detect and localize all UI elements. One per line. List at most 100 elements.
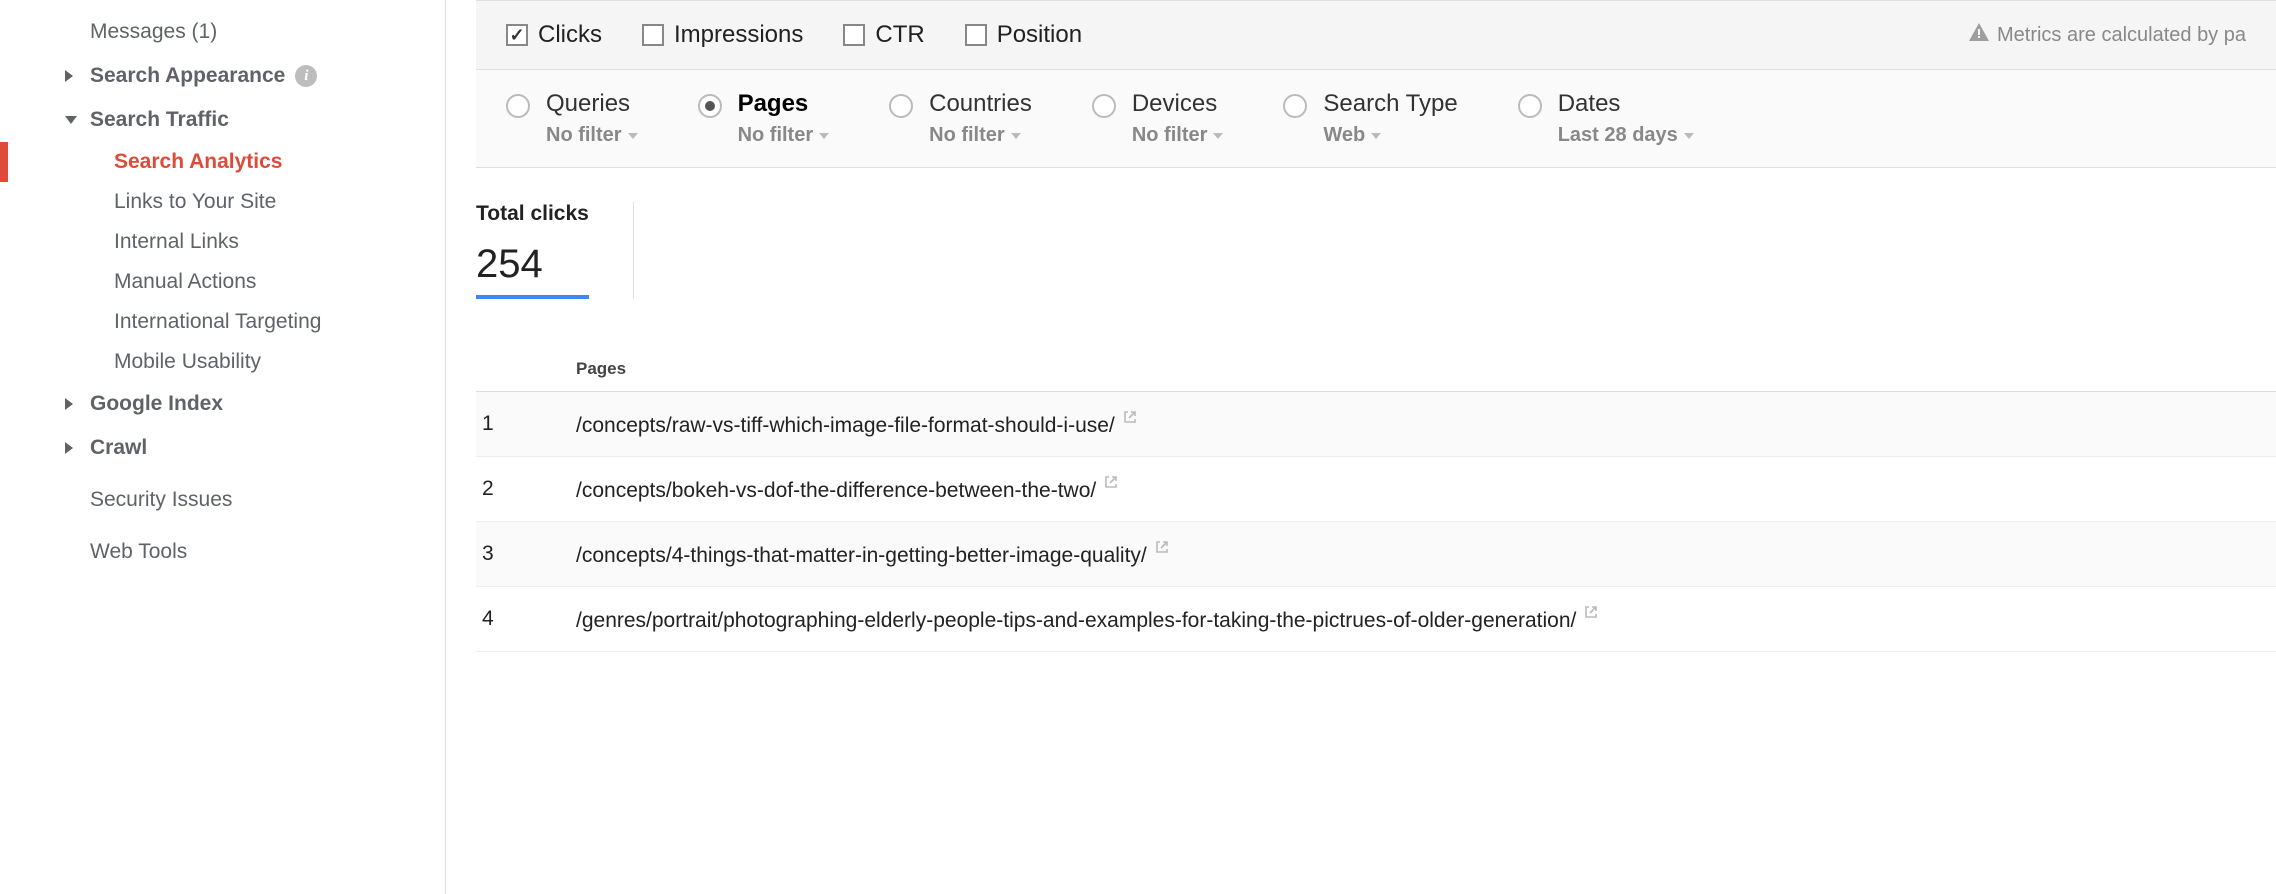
external-link-icon[interactable] [1584, 606, 1598, 623]
summary-total-clicks: Total clicks 254 [476, 202, 589, 299]
row-page: /genres/portrait/photographing-elderly-p… [576, 605, 2276, 633]
dimension-search-type[interactable]: Search Type Web [1283, 90, 1457, 147]
sidebar-label: Web Tools [90, 540, 187, 564]
sidebar-item-crawl[interactable]: Crawl [0, 426, 445, 470]
caret-right-icon [65, 398, 73, 410]
dimension-title: Pages [738, 90, 830, 118]
radio-selected-icon [698, 94, 722, 118]
dimension-title: Dates [1558, 90, 1694, 118]
chevron-down-icon [819, 133, 829, 139]
radio-icon [1283, 94, 1307, 118]
summary-value: 254 [476, 242, 589, 287]
radio-icon [1518, 94, 1542, 118]
dimension-filter-dropdown[interactable]: No filter [929, 124, 1032, 147]
dimension-filter-dropdown[interactable]: Web [1323, 124, 1457, 147]
radio-icon [506, 94, 530, 118]
sidebar-item-security-issues[interactable]: Security Issues [0, 478, 445, 522]
dimension-title: Search Type [1323, 90, 1457, 118]
row-number: 2 [476, 477, 576, 501]
dimension-dates[interactable]: Dates Last 28 days [1518, 90, 1694, 147]
sidebar-label: Links to Your Site [114, 190, 276, 213]
sidebar-label: Mobile Usability [114, 350, 261, 373]
caret-right-icon [65, 442, 73, 454]
radio-icon [889, 94, 913, 118]
metrics-left: Clicks Impressions CTR Position [506, 21, 1082, 49]
sidebar-label: Crawl [90, 436, 147, 460]
metric-checkbox-clicks[interactable]: Clicks [506, 21, 602, 49]
caret-down-icon [65, 116, 77, 124]
external-link-icon[interactable] [1104, 476, 1118, 493]
sidebar-label: Google Index [90, 392, 223, 416]
radio-icon [1092, 94, 1116, 118]
dimension-title: Countries [929, 90, 1032, 118]
sidebar-sub-search-analytics[interactable]: Search Analytics [0, 142, 445, 182]
sidebar-label: Search Appearance [90, 64, 285, 88]
row-page: /concepts/bokeh-vs-dof-the-difference-be… [576, 475, 2276, 503]
dimension-pages[interactable]: Pages No filter [698, 90, 830, 147]
dimension-devices[interactable]: Devices No filter [1092, 90, 1224, 147]
metric-checkbox-impressions[interactable]: Impressions [642, 21, 803, 49]
row-page: /concepts/4-things-that-matter-in-gettin… [576, 540, 2276, 568]
sidebar-sub-links-to-your-site[interactable]: Links to Your Site [0, 182, 445, 222]
dimensions-bar: Queries No filter Pages No filter [476, 70, 2276, 168]
sidebar-item-web-tools[interactable]: Web Tools [0, 530, 445, 574]
dimension-queries[interactable]: Queries No filter [506, 90, 638, 147]
pages-table: Pages 1/concepts/raw-vs-tiff-which-image… [476, 347, 2276, 652]
page-url[interactable]: /concepts/4-things-that-matter-in-gettin… [576, 544, 1147, 567]
checkbox-checked-icon [506, 24, 528, 46]
table-row[interactable]: 1/concepts/raw-vs-tiff-which-image-file-… [476, 392, 2276, 457]
sidebar-label: Internal Links [114, 230, 239, 253]
sidebar-sub-internal-links[interactable]: Internal Links [0, 222, 445, 262]
sidebar: Messages (1) Search Appearance i Search … [0, 0, 445, 894]
sidebar-label: Security Issues [90, 488, 232, 512]
summary: Total clicks 254 [476, 168, 2276, 299]
row-number: 1 [476, 412, 576, 436]
metrics-bar: Clicks Impressions CTR Position [476, 0, 2276, 70]
metric-checkbox-position[interactable]: Position [965, 21, 1082, 49]
metric-label: Clicks [538, 21, 602, 49]
sidebar-item-search-appearance[interactable]: Search Appearance i [0, 54, 445, 98]
metric-checkbox-ctr[interactable]: CTR [843, 21, 924, 49]
info-icon[interactable]: i [295, 65, 317, 87]
metric-label: Impressions [674, 21, 803, 49]
page-url[interactable]: /concepts/bokeh-vs-dof-the-difference-be… [576, 479, 1096, 502]
sidebar-sub-international-targeting[interactable]: International Targeting [0, 302, 445, 342]
row-number: 3 [476, 542, 576, 566]
chevron-down-icon [1371, 133, 1381, 139]
sidebar-sub-mobile-usability[interactable]: Mobile Usability [0, 342, 445, 382]
dimension-filter-dropdown[interactable]: No filter [546, 124, 638, 147]
chevron-down-icon [1684, 133, 1694, 139]
dimension-title: Devices [1132, 90, 1224, 118]
table-row[interactable]: 3/concepts/4-things-that-matter-in-getti… [476, 522, 2276, 587]
table-row[interactable]: 2/concepts/bokeh-vs-dof-the-difference-b… [476, 457, 2276, 522]
column-header-pages[interactable]: Pages [576, 359, 2276, 379]
dimension-countries[interactable]: Countries No filter [889, 90, 1032, 147]
chevron-down-icon [1011, 133, 1021, 139]
sidebar-sub-manual-actions[interactable]: Manual Actions [0, 262, 445, 302]
sidebar-label: Search Analytics [114, 150, 282, 173]
table-header: Pages [476, 347, 2276, 392]
metric-label: Position [997, 21, 1082, 49]
dimension-filter-dropdown[interactable]: Last 28 days [1558, 124, 1694, 147]
checkbox-icon [965, 24, 987, 46]
summary-label: Total clicks [476, 202, 589, 226]
sidebar-item-messages[interactable]: Messages (1) [0, 10, 445, 54]
sidebar-item-google-index[interactable]: Google Index [0, 382, 445, 426]
dimension-title: Queries [546, 90, 638, 118]
caret-right-icon [65, 70, 73, 82]
sidebar-label: Search Traffic [90, 108, 229, 132]
notice-text: Metrics are calculated by pa [1997, 24, 2246, 47]
sidebar-item-search-traffic[interactable]: Search Traffic [0, 98, 445, 142]
row-number: 4 [476, 607, 576, 631]
dimension-filter-dropdown[interactable]: No filter [1132, 124, 1224, 147]
table-row[interactable]: 4/genres/portrait/photographing-elderly-… [476, 587, 2276, 652]
dimension-filter-dropdown[interactable]: No filter [738, 124, 830, 147]
sidebar-label: International Targeting [114, 310, 321, 333]
metric-label: CTR [875, 21, 924, 49]
page-url[interactable]: /concepts/raw-vs-tiff-which-image-file-f… [576, 414, 1115, 437]
metrics-notice: Metrics are calculated by pa [1969, 23, 2246, 47]
external-link-icon[interactable] [1155, 541, 1169, 558]
warning-icon [1969, 23, 1989, 47]
external-link-icon[interactable] [1123, 411, 1137, 428]
page-url[interactable]: /genres/portrait/photographing-elderly-p… [576, 609, 1576, 632]
